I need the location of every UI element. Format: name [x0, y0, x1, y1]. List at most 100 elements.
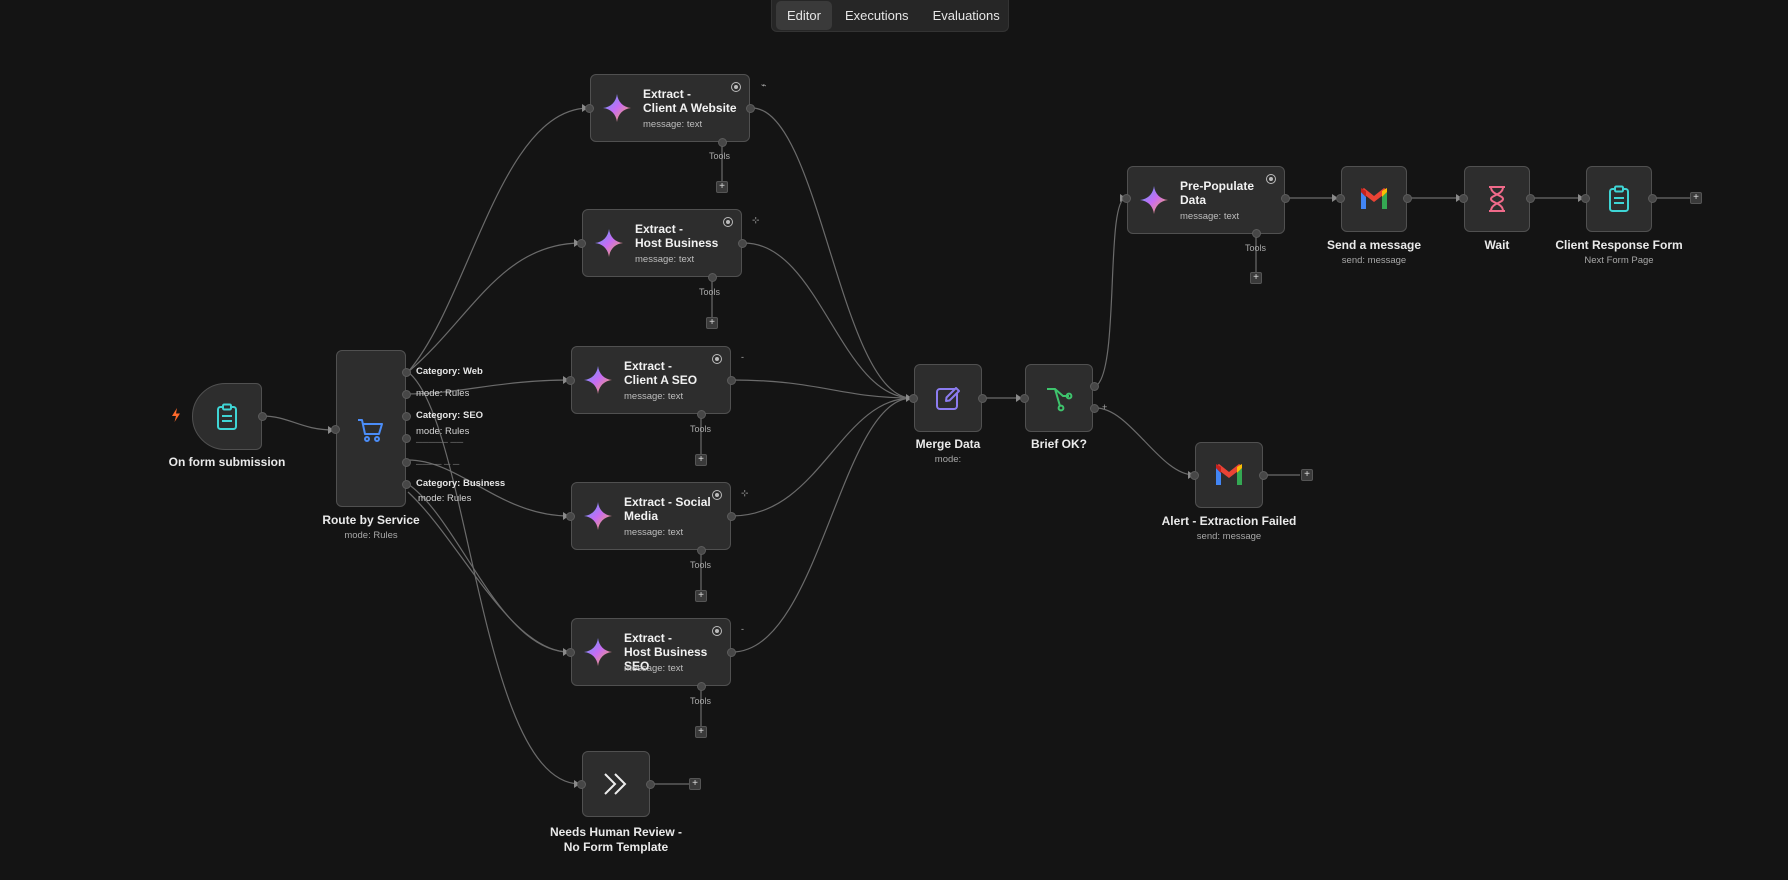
merge-data-node[interactable]	[914, 364, 982, 432]
ext3-add-tool-button[interactable]: +	[695, 454, 707, 466]
send-sub: send: message	[1341, 255, 1407, 266]
extract-host-business-node[interactable]: Extract - Host Business message: text	[582, 209, 742, 277]
send-output-port[interactable]	[1403, 194, 1412, 203]
ext3-output-port[interactable]	[727, 376, 736, 385]
ext1-add-tool-button[interactable]: +	[716, 181, 728, 193]
ext5-output-port[interactable]	[727, 648, 736, 657]
tab-evaluations[interactable]: Evaluations	[922, 1, 1011, 30]
cart-router-icon	[358, 418, 383, 442]
alert-sub: send: message	[1196, 531, 1262, 542]
alert-add-node-button[interactable]: +	[1301, 469, 1313, 481]
router-output-port-1[interactable]	[402, 368, 411, 377]
clipboard-icon	[1609, 185, 1629, 212]
response-input-port[interactable]	[1581, 194, 1590, 203]
ext4-output-port[interactable]	[727, 512, 736, 521]
node-settings-icon[interactable]	[712, 626, 722, 636]
node-settings-icon[interactable]	[712, 490, 722, 500]
router-output-port-4[interactable]	[402, 434, 411, 443]
prepop-tools-port[interactable]	[1252, 229, 1261, 238]
node-settings-icon[interactable]	[723, 217, 733, 227]
trigger-output-port[interactable]	[258, 412, 267, 421]
ext4-input-port[interactable]	[566, 512, 575, 521]
ext3-tools-port[interactable]	[697, 410, 706, 419]
node-sub: message: text	[643, 119, 703, 130]
ext2-output-port[interactable]	[738, 239, 747, 248]
wait-output-port[interactable]	[1526, 194, 1535, 203]
ext2-input-port[interactable]	[577, 239, 586, 248]
extract-social-media-node[interactable]: Extract - Social Media message: text	[571, 482, 731, 550]
node-title: Extract - Client A Website	[643, 87, 737, 115]
send-message-node[interactable]	[1341, 166, 1407, 232]
ext3-input-port[interactable]	[566, 376, 575, 385]
router-output-overlap-text: ───── ──	[416, 437, 464, 447]
router-output-port-3[interactable]	[402, 412, 411, 421]
ext4-add-tool-button[interactable]: +	[695, 590, 707, 602]
node-settings-icon[interactable]	[1266, 174, 1276, 184]
ext4-tools-port[interactable]	[697, 546, 706, 555]
router-input-port[interactable]	[331, 425, 340, 434]
router-output-port-2[interactable]	[402, 390, 411, 399]
merge-sub: mode:	[934, 454, 962, 465]
alert-extraction-failed-node[interactable]	[1195, 442, 1263, 508]
response-output-port[interactable]	[1648, 194, 1657, 203]
ext1-tools-label: Tools	[709, 151, 731, 161]
brief-input-port[interactable]	[1020, 394, 1029, 403]
alert-input-port[interactable]	[1190, 471, 1199, 480]
send-input-port[interactable]	[1336, 194, 1345, 203]
ext5-input-port[interactable]	[566, 648, 575, 657]
trigger-node[interactable]	[192, 383, 262, 450]
tab-editor[interactable]: Editor	[776, 1, 832, 30]
router-node[interactable]	[336, 350, 406, 507]
response-label: Client Response Form	[1555, 238, 1683, 252]
pre-populate-data-node[interactable]: Pre-Populate Data message: text	[1127, 166, 1285, 234]
router-output-label-3: Category: Business	[416, 478, 506, 489]
client-response-form-node[interactable]	[1586, 166, 1652, 232]
review-add-node-button[interactable]: +	[689, 778, 701, 790]
workflow-canvas[interactable]: Editor Executions Evaluations On form su…	[0, 0, 1788, 880]
prepop-output-port[interactable]	[1281, 194, 1290, 203]
wait-node[interactable]	[1464, 166, 1530, 232]
node-title: Pre-Populate Data	[1180, 179, 1255, 207]
merge-input-port[interactable]	[909, 394, 918, 403]
node-sub: message: text	[624, 527, 684, 538]
alert-output-port[interactable]	[1259, 471, 1268, 480]
brief-true-output-port[interactable]	[1090, 382, 1099, 391]
extract-client-a-website-node[interactable]: Extract - Client A Website message: text	[590, 74, 750, 142]
ext5-add-tool-button[interactable]: +	[695, 726, 707, 738]
router-output-label-2: Category: SEO	[416, 410, 484, 421]
prepop-input-port[interactable]	[1122, 194, 1131, 203]
prepop-add-tool-button[interactable]: +	[1250, 272, 1262, 284]
ext2-add-tool-button[interactable]: +	[706, 317, 718, 329]
view-tabs: Editor Executions Evaluations	[771, 0, 1009, 32]
ext2-tools-port[interactable]	[708, 273, 717, 282]
double-chevron-right-icon	[604, 773, 627, 795]
gmail-icon	[1361, 188, 1387, 209]
review-output-port[interactable]	[646, 780, 655, 789]
review-input-port[interactable]	[577, 780, 586, 789]
response-add-node-button[interactable]: +	[1690, 192, 1702, 204]
ext1-output-port[interactable]	[746, 104, 755, 113]
extract-host-business-seo-node[interactable]: Extract - Host Business SEO message: text	[571, 618, 731, 686]
gemini-sparkle-icon	[584, 638, 612, 666]
ext5-tools-port[interactable]	[697, 682, 706, 691]
node-settings-icon[interactable]	[712, 354, 722, 364]
brief-false-output-port[interactable]	[1090, 404, 1099, 413]
merge-label: Merge Data	[915, 437, 981, 451]
router-output-port-6[interactable]	[402, 480, 411, 489]
ext1-tools-port[interactable]	[718, 138, 727, 147]
wait-input-port[interactable]	[1459, 194, 1468, 203]
ext1-input-port[interactable]	[585, 104, 594, 113]
extract-client-a-seo-node[interactable]: Extract - Client A SEO message: text	[571, 346, 731, 414]
gemini-sparkle-icon	[595, 229, 623, 257]
brief-ok-node[interactable]	[1025, 364, 1093, 432]
tab-executions[interactable]: Executions	[834, 1, 920, 30]
hourglass-icon	[1489, 186, 1505, 212]
brief-label: Brief OK?	[1030, 437, 1087, 451]
router-output-port-5[interactable]	[402, 458, 411, 467]
clipboard-icon	[217, 403, 237, 430]
edge-ext5-merge	[731, 397, 913, 653]
needs-human-review-node[interactable]	[582, 751, 650, 817]
gmail-icon	[1216, 464, 1242, 485]
merge-output-port[interactable]	[978, 394, 987, 403]
node-settings-icon[interactable]	[731, 82, 741, 92]
